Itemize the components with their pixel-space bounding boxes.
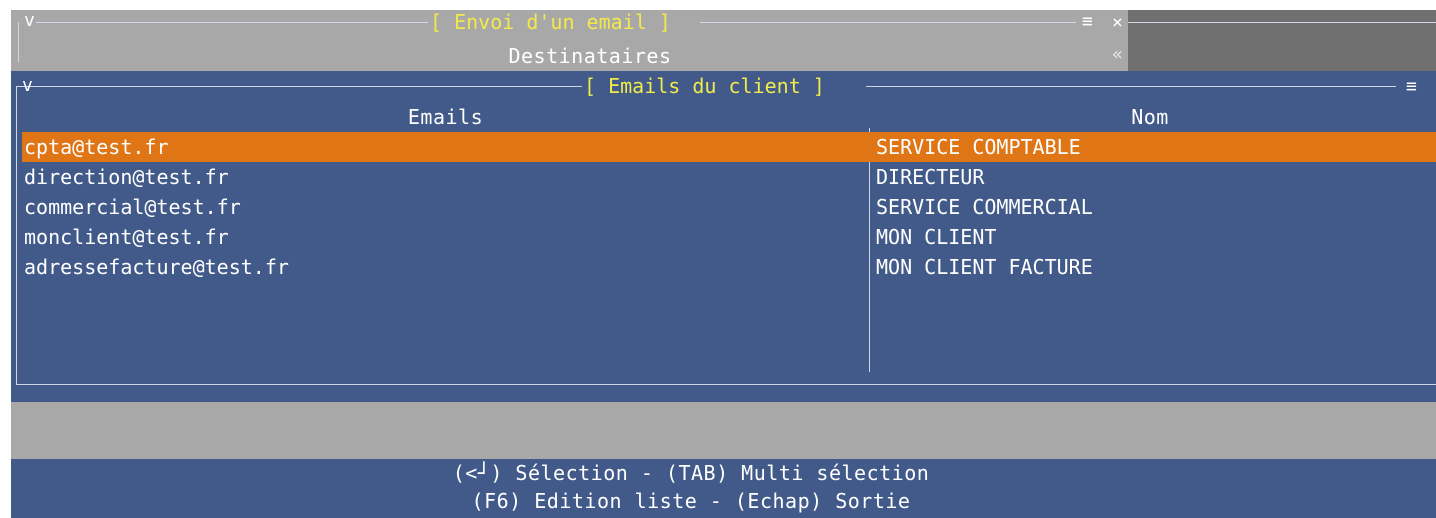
collapse-icon[interactable]: v — [24, 12, 35, 30]
table-row[interactable]: monclient@test.fr MON CLIENT — [22, 222, 1436, 252]
nom-cell: MON CLIENT — [876, 225, 997, 249]
table-row[interactable]: commercial@test.fr SERVICE COMMERCIAL — [22, 192, 1436, 222]
panel-bottom-border — [16, 384, 1436, 385]
panel-left-border — [16, 86, 17, 384]
panel-title-rule-right — [866, 86, 1396, 87]
footer-help-line-1: (<┘) Sélection - (TAB) Multi sélection — [452, 461, 930, 485]
dialog-subtitle: Destinataires — [508, 44, 672, 68]
table-row[interactable]: adressefacture@test.fr MON CLIENT FACTUR… — [22, 252, 1436, 282]
table-row[interactable]: direction@test.fr DIRECTEUR — [22, 162, 1436, 192]
nom-cell: MON CLIENT FACTURE — [876, 255, 1093, 279]
menu-icon[interactable]: ≡ — [1082, 13, 1093, 31]
nom-cell: DIRECTEUR — [876, 165, 985, 189]
title-rule-right — [700, 22, 1076, 23]
email-cell: monclient@test.fr — [24, 225, 229, 249]
dialog-left-rule — [18, 22, 19, 62]
email-cell: direction@test.fr — [24, 165, 229, 189]
panel-menu-icon[interactable]: ≡ — [1406, 78, 1417, 96]
close-icon[interactable]: × — [1112, 14, 1123, 32]
dialog-title: [ Envoi d'un email ] — [430, 10, 671, 34]
nom-cell: SERVICE COMMERCIAL — [876, 195, 1093, 219]
nom-cell: SERVICE COMPTABLE — [876, 135, 1081, 159]
back-icon[interactable]: « — [1112, 46, 1123, 64]
table-row[interactable]: cpta@test.fr SERVICE COMPTABLE — [22, 132, 1436, 162]
dialog-header-filler — [1128, 10, 1436, 71]
column-header-nom[interactable]: Nom — [870, 104, 1430, 130]
email-cell: cpta@test.fr — [24, 135, 169, 159]
footer-help-line-2: (F6) Edition liste - (Echap) Sortie — [471, 489, 911, 513]
column-header-emails[interactable]: Emails — [22, 104, 869, 130]
panel-title-rule-left — [16, 86, 582, 87]
email-cell: commercial@test.fr — [24, 195, 241, 219]
status-band — [11, 402, 1436, 459]
panel-collapse-icon[interactable]: v — [22, 77, 33, 95]
panel-title: [ Emails du client ] — [584, 74, 825, 98]
title-rule-far-right — [1128, 22, 1436, 23]
title-rule-left — [36, 22, 428, 23]
email-cell: adressefacture@test.fr — [24, 255, 289, 279]
